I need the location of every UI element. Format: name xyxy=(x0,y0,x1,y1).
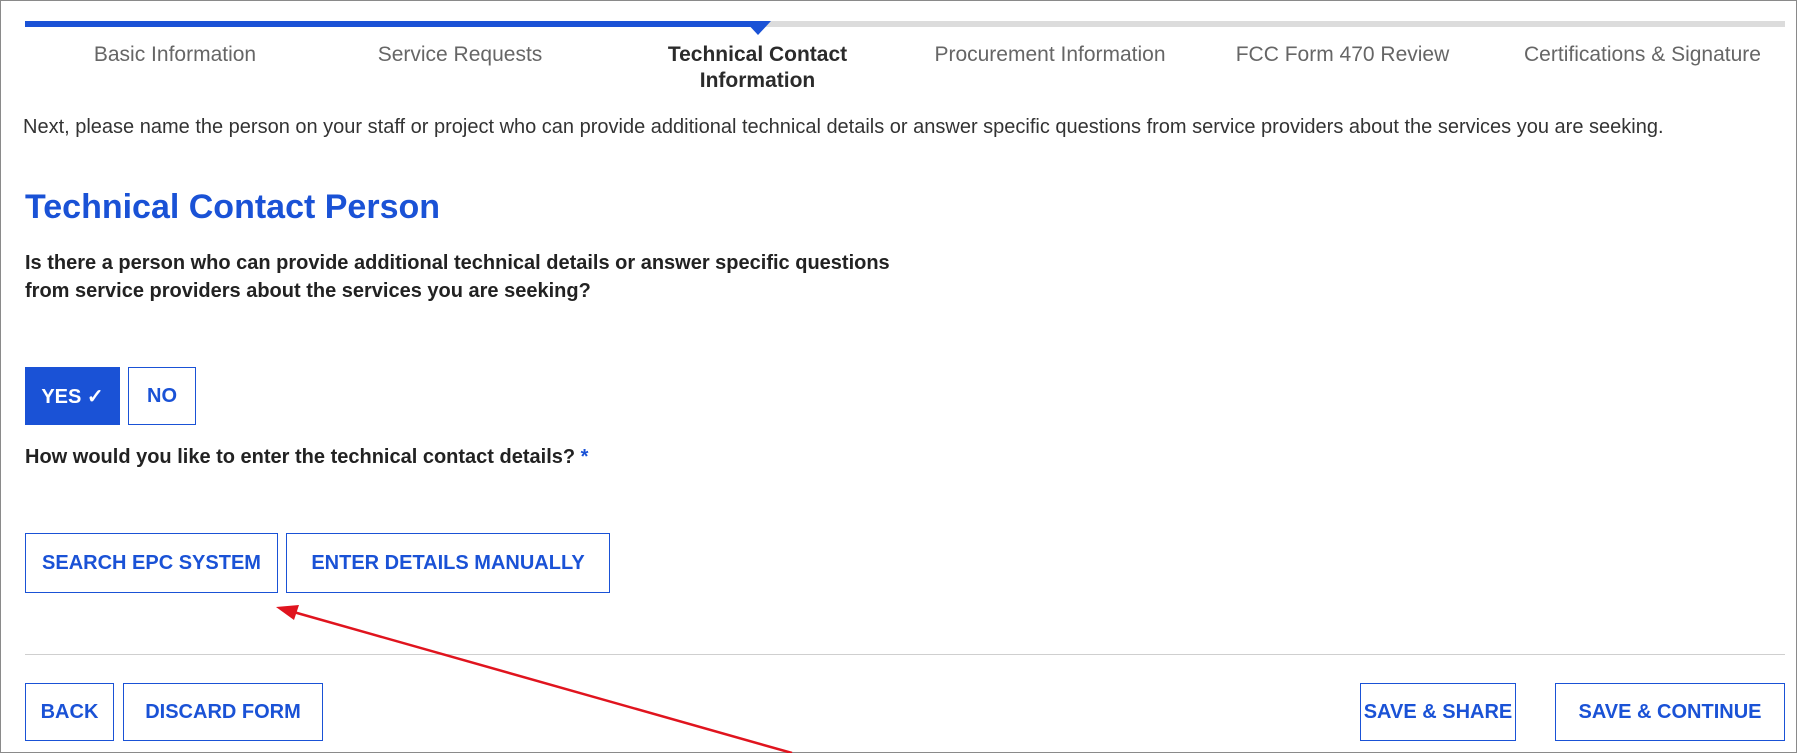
step-technical-contact-information[interactable]: Technical Contact Information xyxy=(650,42,865,94)
intro-text: Next, please name the person on your sta… xyxy=(23,116,1664,138)
step-basic-information[interactable]: Basic Information xyxy=(80,42,270,68)
contact-entry-question: How would you like to enter the technica… xyxy=(25,446,588,469)
current-step-marker xyxy=(745,21,771,35)
back-button[interactable]: BACK xyxy=(25,683,114,741)
technical-contact-question: Is there a person who can provide additi… xyxy=(25,252,890,302)
save-and-share-button[interactable]: SAVE & SHARE xyxy=(1360,683,1516,741)
progress-fill xyxy=(25,21,758,27)
search-epc-system-button[interactable]: SEARCH EPC SYSTEM xyxy=(25,533,278,593)
yes-button[interactable]: YES ✓ xyxy=(25,367,120,425)
step-certifications-signature[interactable]: Certifications & Signature xyxy=(1500,42,1785,68)
footer-divider xyxy=(25,654,1785,655)
enter-details-manually-button[interactable]: ENTER DETAILS MANUALLY xyxy=(286,533,610,593)
step-procurement-information[interactable]: Procurement Information xyxy=(915,42,1185,68)
section-title: Technical Contact Person xyxy=(25,188,441,226)
save-and-continue-button[interactable]: SAVE & CONTINUE xyxy=(1555,683,1785,741)
discard-form-button[interactable]: DISCARD FORM xyxy=(123,683,323,741)
no-button[interactable]: NO xyxy=(128,367,196,425)
step-service-requests[interactable]: Service Requests xyxy=(370,42,550,68)
step-fcc-form-470-review[interactable]: FCC Form 470 Review xyxy=(1225,42,1460,68)
contact-entry-question-text: How would you like to enter the technica… xyxy=(25,446,576,468)
required-marker: * xyxy=(580,446,589,468)
